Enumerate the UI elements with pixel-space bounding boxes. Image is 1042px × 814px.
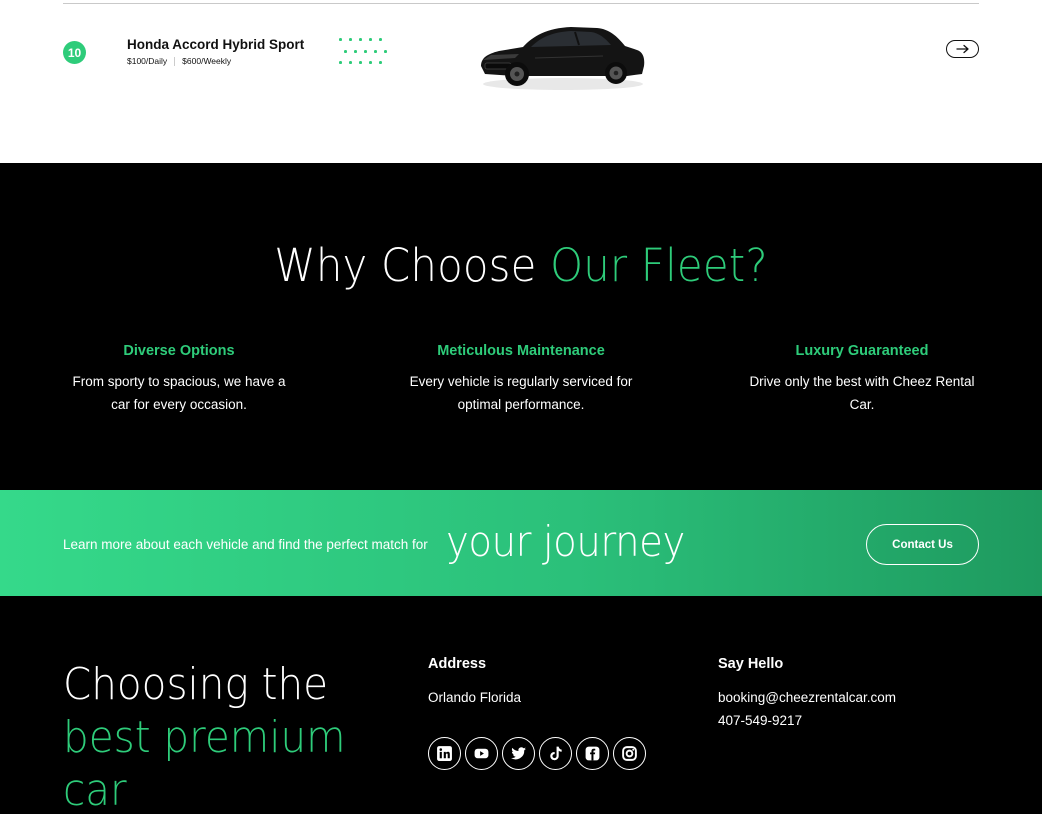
tagline-line-accent: best premium: [63, 712, 346, 763]
address-heading: Address: [428, 656, 487, 672]
arrow-right-icon: [955, 44, 969, 54]
tiktok-icon: [550, 746, 562, 761]
feature-description: From sporty to spacious, we have a car f…: [59, 370, 299, 416]
feature-description-line: Every vehicle is regularly serviced for: [409, 374, 633, 389]
facebook-icon: [585, 746, 600, 761]
price-separator: [174, 56, 176, 66]
feature-description-line: Drive only the best with Cheez Rental: [749, 374, 975, 389]
car-price: $100/Daily $600/Weekly: [127, 56, 231, 66]
linkedin-icon: [437, 746, 452, 761]
feature-title: Meticulous Maintenance: [437, 343, 605, 359]
section-title: Why Choose Our Fleet?: [36, 239, 1005, 292]
feature-description: Every vehicle is regularly serviced for …: [401, 370, 641, 416]
weekly-price: $600/Weekly: [182, 56, 232, 66]
cta-banner: Learn more about each vehicle and find t…: [0, 490, 1042, 596]
tagline-line: Choosing the: [63, 659, 329, 710]
car-listing-row: 10 Honda Accord Hybrid Sport $100/Daily …: [0, 0, 1042, 163]
social-links: [428, 737, 646, 770]
phone-link[interactable]: 407-549-9217: [718, 713, 802, 728]
email-link[interactable]: booking@cheezrentalcar.com: [718, 690, 896, 705]
youtube-icon: [474, 748, 489, 759]
view-car-arrow-button[interactable]: [946, 40, 979, 58]
feature-description-line: Car.: [849, 397, 875, 412]
tiktok-link[interactable]: [539, 737, 572, 770]
feature-title: Luxury Guaranteed: [795, 343, 929, 359]
feature-description-line: car for every occasion.: [111, 397, 247, 412]
instagram-link[interactable]: [613, 737, 646, 770]
contact-us-button[interactable]: Contact Us: [866, 524, 979, 565]
tagline-line-accent: car: [63, 765, 127, 814]
footer: Choosing the best premium car Address Or…: [0, 596, 1042, 814]
section-title-plain: Why Choose: [274, 239, 551, 292]
twitter-link[interactable]: [502, 737, 535, 770]
footer-tagline: Choosing the best premium car: [63, 658, 346, 814]
linkedin-link[interactable]: [428, 737, 461, 770]
car-image[interactable]: [475, 14, 647, 92]
feature-title: Diverse Options: [123, 343, 235, 359]
dot-pattern-decoration: [337, 38, 391, 66]
car-name[interactable]: Honda Accord Hybrid Sport: [127, 37, 304, 52]
say-hello-heading: Say Hello: [718, 656, 784, 672]
facebook-link[interactable]: [576, 737, 609, 770]
cta-headline: your journey: [446, 517, 685, 566]
listing-number-badge: 10: [63, 41, 86, 64]
youtube-link[interactable]: [465, 737, 498, 770]
feature-luxury-guaranteed: Luxury Guaranteed Drive only the best wi…: [742, 343, 982, 416]
twitter-icon: [511, 747, 526, 760]
instagram-icon: [622, 746, 637, 761]
address-text: Orlando Florida: [428, 690, 522, 705]
feature-description-line: From sporty to spacious, we have a: [72, 374, 286, 389]
daily-price: $100/Daily: [127, 56, 168, 66]
feature-description: Drive only the best with Cheez Rental Ca…: [742, 370, 982, 416]
feature-meticulous-maintenance: Meticulous Maintenance Every vehicle is …: [401, 343, 641, 416]
cta-lead-text: Learn more about each vehicle and find t…: [63, 537, 428, 552]
divider: [63, 3, 979, 4]
section-title-accent: Our Fleet?: [550, 239, 768, 292]
feature-description-line: optimal performance.: [457, 397, 585, 412]
feature-diverse-options: Diverse Options From sporty to spacious,…: [59, 343, 299, 416]
why-choose-section: Why Choose Our Fleet? Diverse Options Fr…: [0, 163, 1042, 490]
